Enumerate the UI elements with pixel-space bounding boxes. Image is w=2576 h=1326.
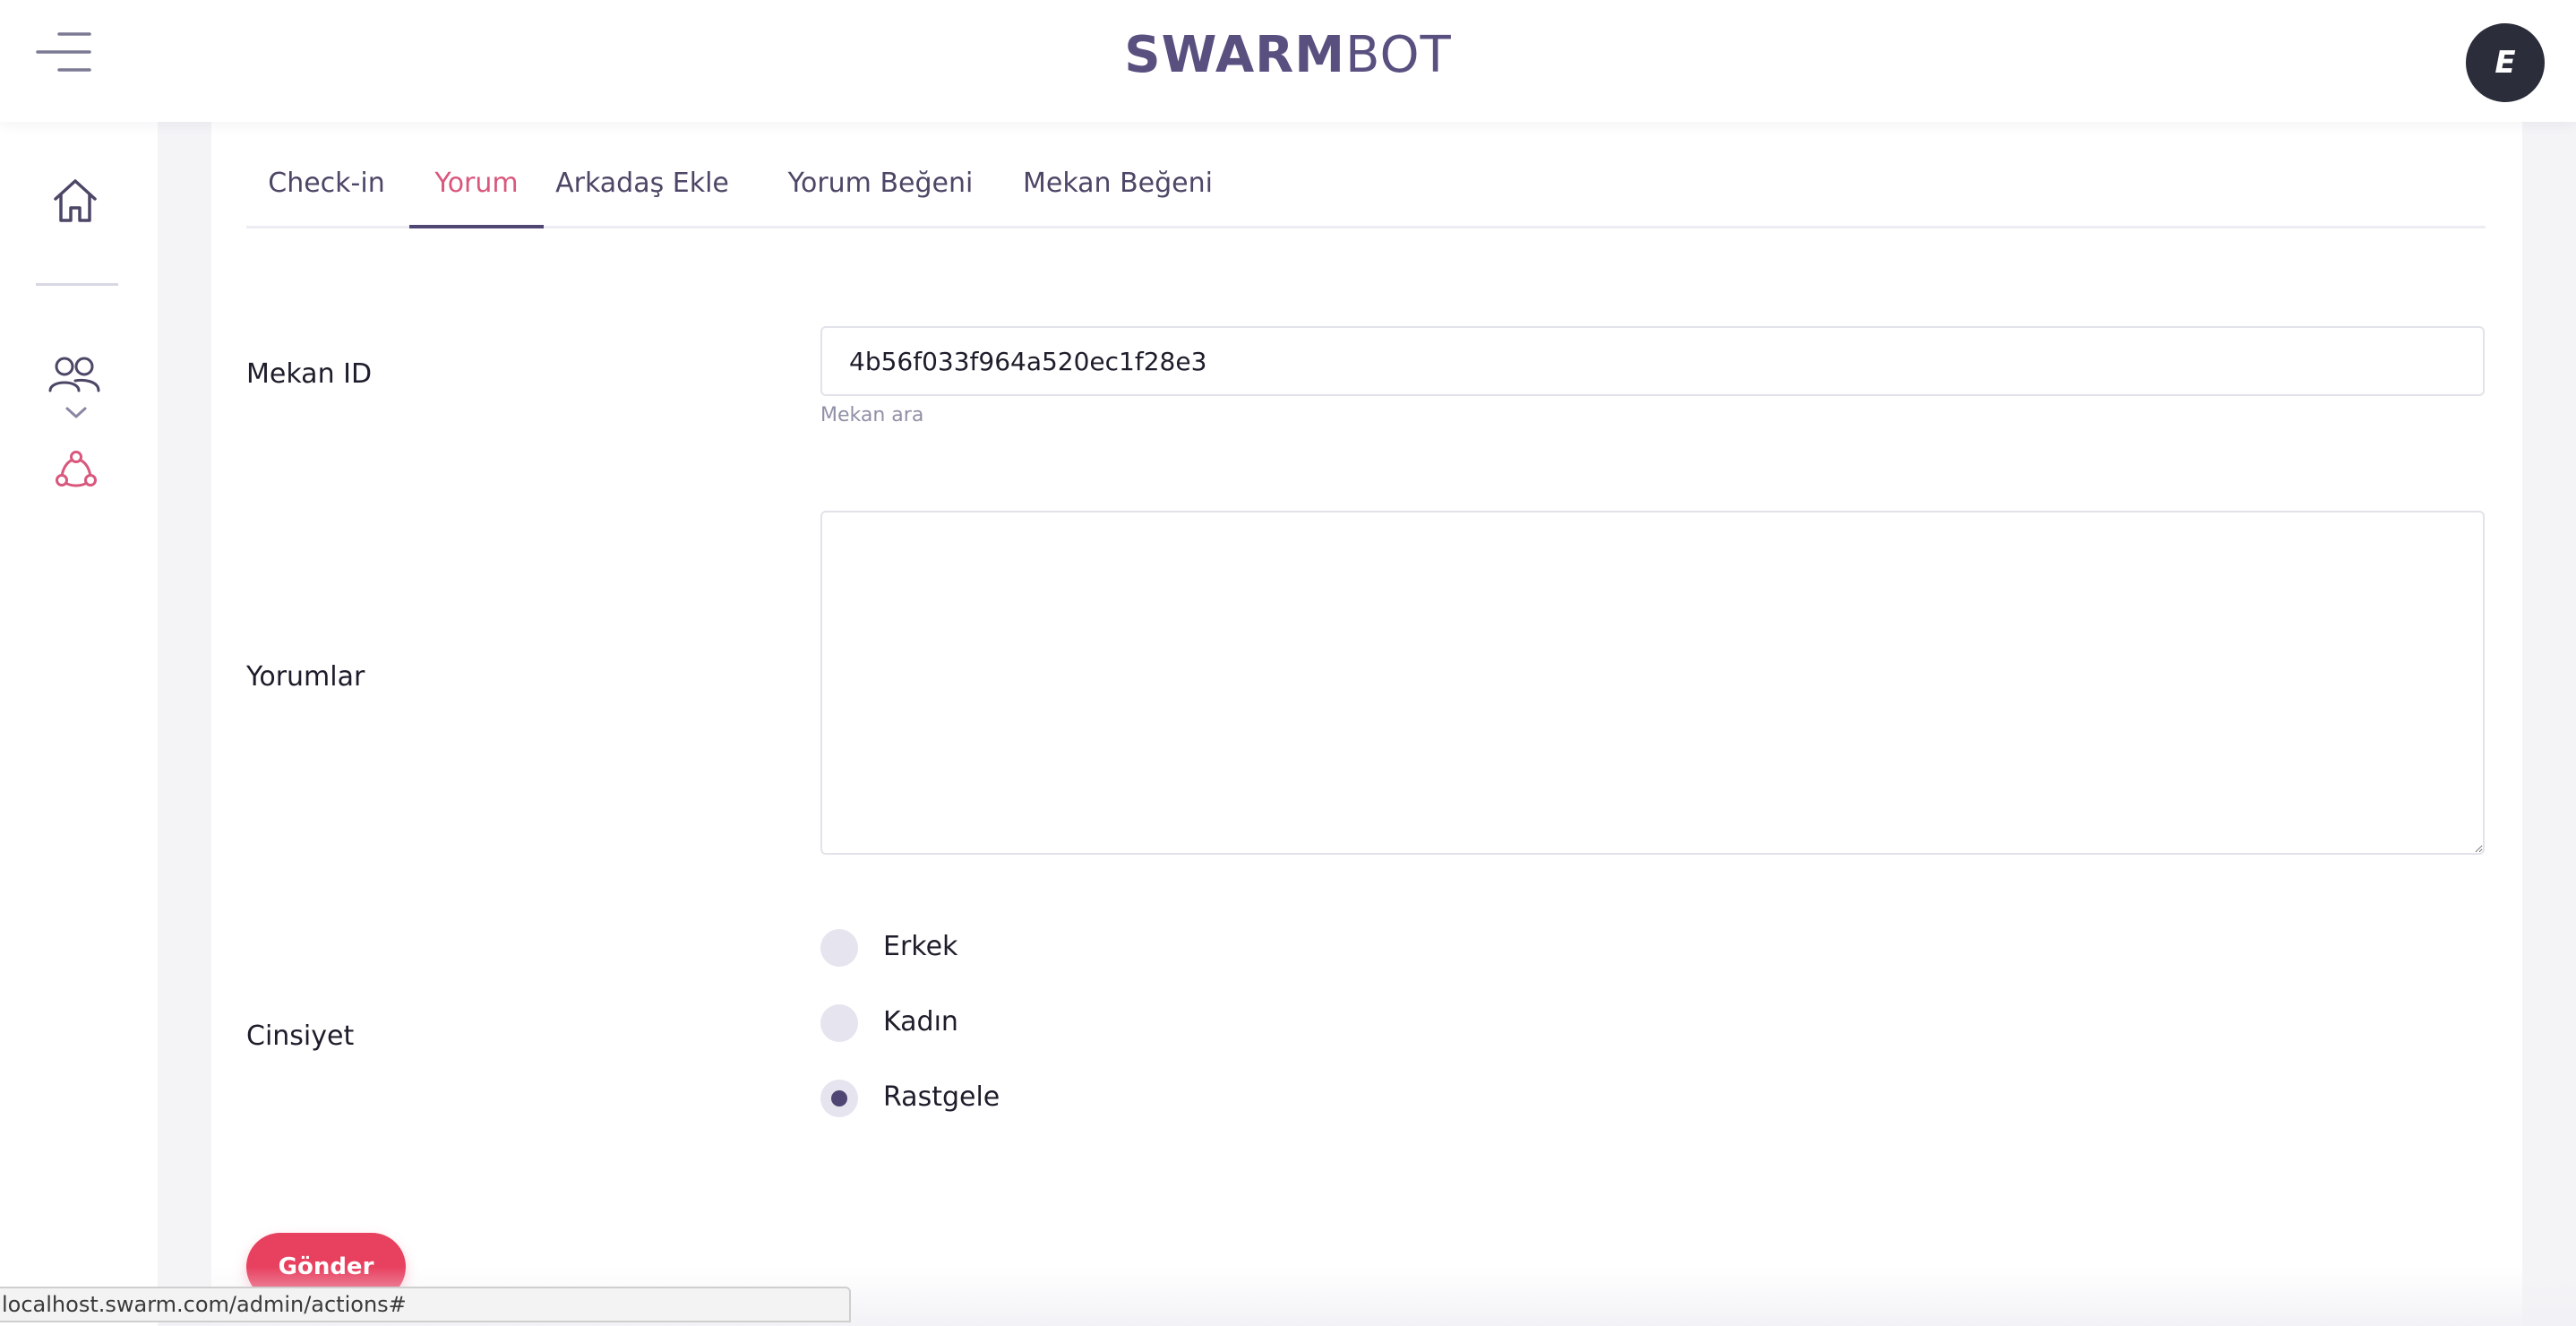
chevron-down-icon[interactable] — [64, 405, 88, 421]
comments-label: Yorumlar — [246, 661, 365, 693]
radio-label: Rastgele — [883, 1081, 1000, 1113]
comments-textarea[interactable] — [820, 511, 2485, 855]
radio-label: Kadın — [883, 1006, 958, 1038]
venue-id-input[interactable] — [820, 326, 2485, 396]
gender-label: Cinsiyet — [246, 1020, 355, 1052]
tab-mekan-begeni[interactable]: Mekan Beğeni — [1010, 149, 1225, 226]
sidebar-divider — [36, 283, 118, 286]
sidebar — [0, 122, 158, 1326]
tab-yorum-begeni[interactable]: Yorum Beğeni — [777, 149, 983, 226]
network-icon[interactable] — [56, 450, 97, 489]
venue-id-label: Mekan ID — [246, 358, 373, 390]
home-icon[interactable] — [52, 177, 99, 224]
brand-light-text: BOT — [1345, 26, 1452, 84]
link-status-bar: localhost.swarm.com/admin/actions# — [0, 1287, 851, 1322]
tab-yorum[interactable]: Yorum — [409, 149, 544, 228]
radio-button-selected[interactable] — [820, 1080, 858, 1117]
venue-search-hint: Mekan ara — [820, 404, 924, 426]
user-avatar[interactable]: E — [2466, 23, 2545, 102]
radio-label: Erkek — [883, 931, 958, 962]
tab-check-in[interactable]: Check-in — [246, 149, 407, 226]
tab-arkadas-ekle[interactable]: Arkadaş Ekle — [548, 149, 736, 226]
radio-button[interactable] — [820, 1004, 858, 1042]
users-icon[interactable] — [48, 357, 102, 392]
top-bar: SWARMBOT E — [0, 0, 2576, 122]
tab-bar: Check-in Yorum Arkadaş Ekle Yorum Beğeni… — [246, 149, 2486, 228]
brand-bold-text: SWARM — [1124, 26, 1346, 84]
brand-logo[interactable]: SWARMBOT — [0, 27, 2576, 84]
radio-button[interactable] — [820, 929, 858, 967]
